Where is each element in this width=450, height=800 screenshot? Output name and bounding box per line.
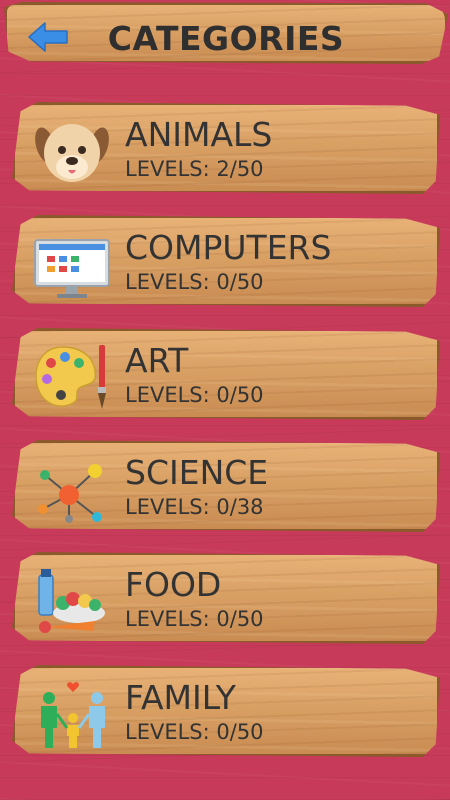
category-science[interactable]: SCIENCE LEVELS: 0/38 (12, 440, 440, 532)
category-levels: LEVELS: 0/50 (125, 720, 264, 744)
page-title: CATEGORIES (107, 19, 345, 58)
food-icon (33, 565, 111, 637)
category-levels: LEVELS: 0/50 (125, 270, 264, 294)
category-levels: LEVELS: 0/50 (125, 607, 264, 631)
dog-icon (33, 115, 111, 187)
category-name: FAMILY (125, 678, 236, 717)
category-food[interactable]: FOOD LEVELS: 0/50 (12, 552, 440, 644)
category-computers[interactable]: COMPUTERS LEVELS: 0/50 (12, 215, 440, 307)
category-animals[interactable]: ANIMALS LEVELS: 2/50 (12, 102, 440, 194)
header-plank: CATEGORIES (4, 2, 448, 64)
category-art[interactable]: ART LEVELS: 0/50 (12, 328, 440, 420)
category-name: ART (125, 341, 189, 380)
monitor-icon (33, 228, 111, 300)
category-name: COMPUTERS (125, 228, 332, 267)
category-name: SCIENCE (125, 453, 269, 492)
category-name: FOOD (125, 565, 222, 604)
family-icon (33, 678, 111, 750)
molecule-icon (33, 453, 111, 525)
category-name: ANIMALS (125, 115, 273, 154)
category-levels: LEVELS: 0/38 (125, 495, 264, 519)
palette-icon (33, 341, 111, 413)
category-levels: LEVELS: 0/50 (125, 383, 264, 407)
category-levels: LEVELS: 2/50 (125, 157, 264, 181)
category-family[interactable]: FAMILY LEVELS: 0/50 (12, 665, 440, 757)
